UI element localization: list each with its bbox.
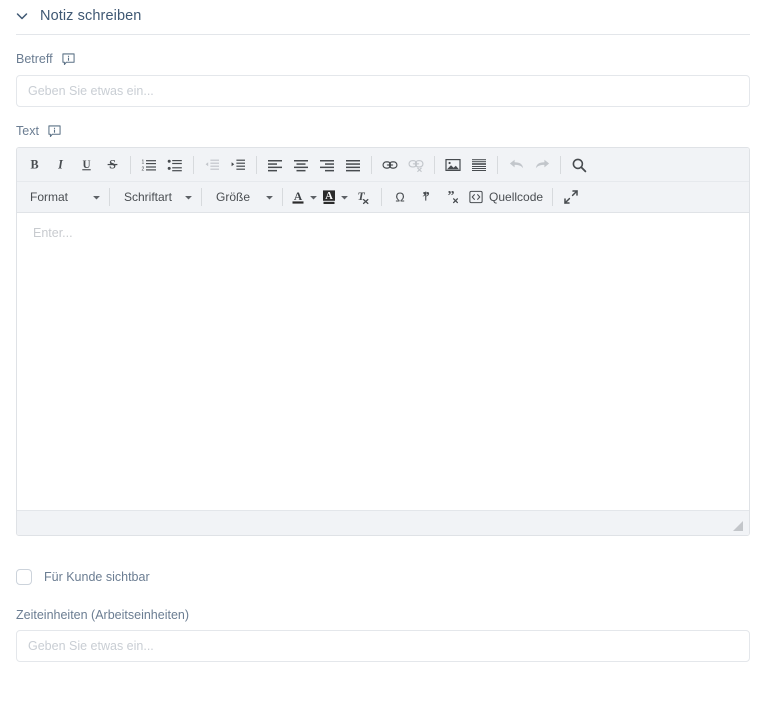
format-dropdown-label: Format [30, 190, 69, 204]
svg-text:U: U [82, 159, 90, 171]
align-justify-button[interactable] [340, 153, 366, 177]
caret-down-icon [307, 185, 319, 209]
note-compose-panel: Notiz schreiben Betreff Text [0, 0, 766, 718]
svg-text:A: A [325, 191, 333, 202]
editor-toolbar: B I U S 1 2 Format Schriftart Größe A A … [17, 148, 749, 213]
time-units-field-group [0, 630, 766, 662]
svg-text:Ω: Ω [395, 190, 404, 204]
align-right-button[interactable] [314, 153, 340, 177]
format-dropdown[interactable]: Format [21, 185, 104, 209]
underline-button[interactable]: U [73, 153, 99, 177]
header-divider [16, 34, 750, 35]
caret-down-icon [90, 193, 102, 202]
toolbar-separator [282, 188, 284, 206]
remove-format-button[interactable]: T [350, 185, 376, 209]
increase-indent-button[interactable] [225, 153, 251, 177]
time-units-label: Zeiteinheiten (Arbeitseinheiten) [16, 608, 190, 622]
caret-down-icon [338, 185, 350, 209]
svg-text:A: A [293, 191, 302, 203]
text-field-group: Text [0, 123, 766, 139]
maximize-button[interactable] [558, 185, 584, 209]
align-left-button[interactable] [262, 153, 288, 177]
numbered-list-button[interactable]: 1 2 [136, 153, 162, 177]
horizontal-rule-button[interactable] [466, 153, 492, 177]
toolbar-separator [130, 155, 131, 174]
toolbar-separator [552, 188, 554, 206]
size-dropdown[interactable]: Größe [207, 185, 277, 209]
info-tooltip-icon[interactable] [48, 124, 61, 138]
svg-text:B: B [30, 158, 38, 172]
page-title: Notiz schreiben [40, 8, 142, 24]
text-color-button[interactable]: A [288, 185, 319, 209]
background-color-button[interactable]: A [319, 185, 350, 209]
subject-label: Betreff [16, 52, 53, 66]
undo-button[interactable] [503, 153, 529, 177]
subject-field-group: Betreff [0, 51, 766, 107]
svg-text:2: 2 [142, 166, 145, 172]
toolbar-separator [256, 155, 257, 174]
insert-image-button[interactable] [440, 153, 466, 177]
editor-toolbar-row-1: B I U S 1 2 [17, 148, 749, 181]
panel-header[interactable]: Notiz schreiben [0, 0, 766, 28]
rich-text-editor: B I U S 1 2 Format Schriftart Größe A A … [16, 147, 750, 536]
toolbar-separator [109, 188, 110, 206]
text-color-icon: A [288, 185, 307, 209]
customer-visible-label: Für Kunde sichtbar [44, 570, 150, 584]
source-code-button[interactable]: Quellcode [465, 185, 547, 209]
toolbar-separator [193, 155, 194, 174]
caret-down-icon [182, 193, 194, 202]
svg-text:I: I [57, 158, 64, 172]
toolbar-separator [560, 155, 561, 174]
remove-quote-button[interactable]: ” [439, 185, 465, 209]
size-dropdown-label: Größe [216, 190, 251, 204]
special-character-button[interactable]: Ω [387, 185, 413, 209]
chevron-down-icon[interactable] [14, 8, 30, 24]
caret-down-icon [263, 193, 275, 202]
italic-button[interactable]: I [47, 153, 73, 177]
toolbar-separator [371, 155, 372, 174]
redo-button[interactable] [529, 153, 555, 177]
resize-grip-icon[interactable] [732, 520, 744, 532]
align-center-button[interactable] [288, 153, 314, 177]
subject-input[interactable] [16, 75, 750, 107]
toolbar-separator [201, 188, 203, 206]
info-tooltip-icon[interactable] [62, 52, 75, 66]
source-code-icon [469, 190, 483, 204]
editor-placeholder: Enter... [33, 226, 73, 240]
time-units-input[interactable] [16, 630, 750, 662]
svg-text:1: 1 [142, 159, 145, 165]
editor-toolbar-row-2: Format Schriftart Größe A A T Ω ” Quellc… [17, 181, 749, 212]
bold-button[interactable]: B [21, 153, 47, 177]
strikethrough-button[interactable]: S [99, 153, 125, 177]
remove-link-button[interactable] [403, 153, 429, 177]
toolbar-separator [434, 155, 435, 174]
toolbar-separator [381, 188, 383, 206]
customer-visible-checkbox-row[interactable]: Für Kunde sichtbar [0, 568, 766, 586]
editor-content-area[interactable]: Enter... [17, 213, 749, 510]
font-dropdown[interactable]: Schriftart [115, 185, 196, 209]
bulleted-list-button[interactable] [162, 153, 188, 177]
toolbar-separator [497, 155, 498, 174]
decrease-indent-button[interactable] [199, 153, 225, 177]
insert-quote-button[interactable]: ” [413, 185, 439, 209]
text-label-row: Text [16, 123, 750, 139]
source-code-label: Quellcode [489, 190, 544, 204]
background-color-icon: A [319, 185, 338, 209]
svg-text:”: ” [448, 189, 455, 204]
text-label: Text [16, 124, 39, 138]
search-magnifier-icon[interactable] [566, 153, 592, 177]
font-dropdown-label: Schriftart [124, 190, 173, 204]
customer-visible-checkbox[interactable] [16, 569, 32, 585]
editor-status-bar [17, 510, 749, 535]
subject-label-row: Betreff [16, 51, 750, 67]
insert-link-button[interactable] [377, 153, 403, 177]
